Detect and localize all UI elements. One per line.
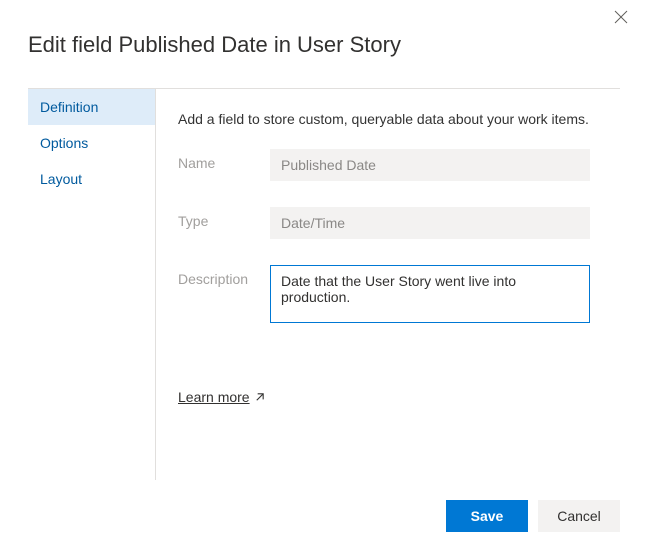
sidebar-item-label: Definition (40, 99, 98, 115)
edit-field-dialog: Edit field Published Date in User Story … (0, 0, 648, 552)
name-label: Name (178, 149, 270, 171)
sidebar-item-label: Layout (40, 171, 82, 187)
dialog-body: Definition Options Layout Add a field to… (28, 88, 620, 480)
field-name-row: Name Published Date (178, 149, 610, 181)
sidebar-item-definition[interactable]: Definition (28, 89, 155, 125)
save-button[interactable]: Save (446, 500, 528, 532)
sidebar-item-layout[interactable]: Layout (28, 161, 155, 197)
dialog-title: Edit field Published Date in User Story (28, 32, 620, 58)
close-button[interactable] (614, 10, 630, 26)
name-input: Published Date (270, 149, 590, 181)
sidebar: Definition Options Layout (28, 89, 156, 480)
external-link-icon (254, 392, 265, 403)
learn-more-link[interactable]: Learn more (178, 389, 265, 405)
field-type-row: Type Date/Time (178, 207, 610, 239)
learn-more-label: Learn more (178, 389, 250, 405)
description-input[interactable] (270, 265, 590, 323)
type-label: Type (178, 207, 270, 229)
helper-text: Add a field to store custom, queryable d… (178, 111, 610, 127)
dialog-footer: Save Cancel (28, 480, 620, 532)
sidebar-item-options[interactable]: Options (28, 125, 155, 161)
type-input: Date/Time (270, 207, 590, 239)
close-icon (614, 10, 628, 24)
description-label: Description (178, 265, 270, 287)
main-panel: Add a field to store custom, queryable d… (156, 89, 620, 480)
sidebar-item-label: Options (40, 135, 88, 151)
cancel-button[interactable]: Cancel (538, 500, 620, 532)
field-description-row: Description (178, 265, 610, 323)
